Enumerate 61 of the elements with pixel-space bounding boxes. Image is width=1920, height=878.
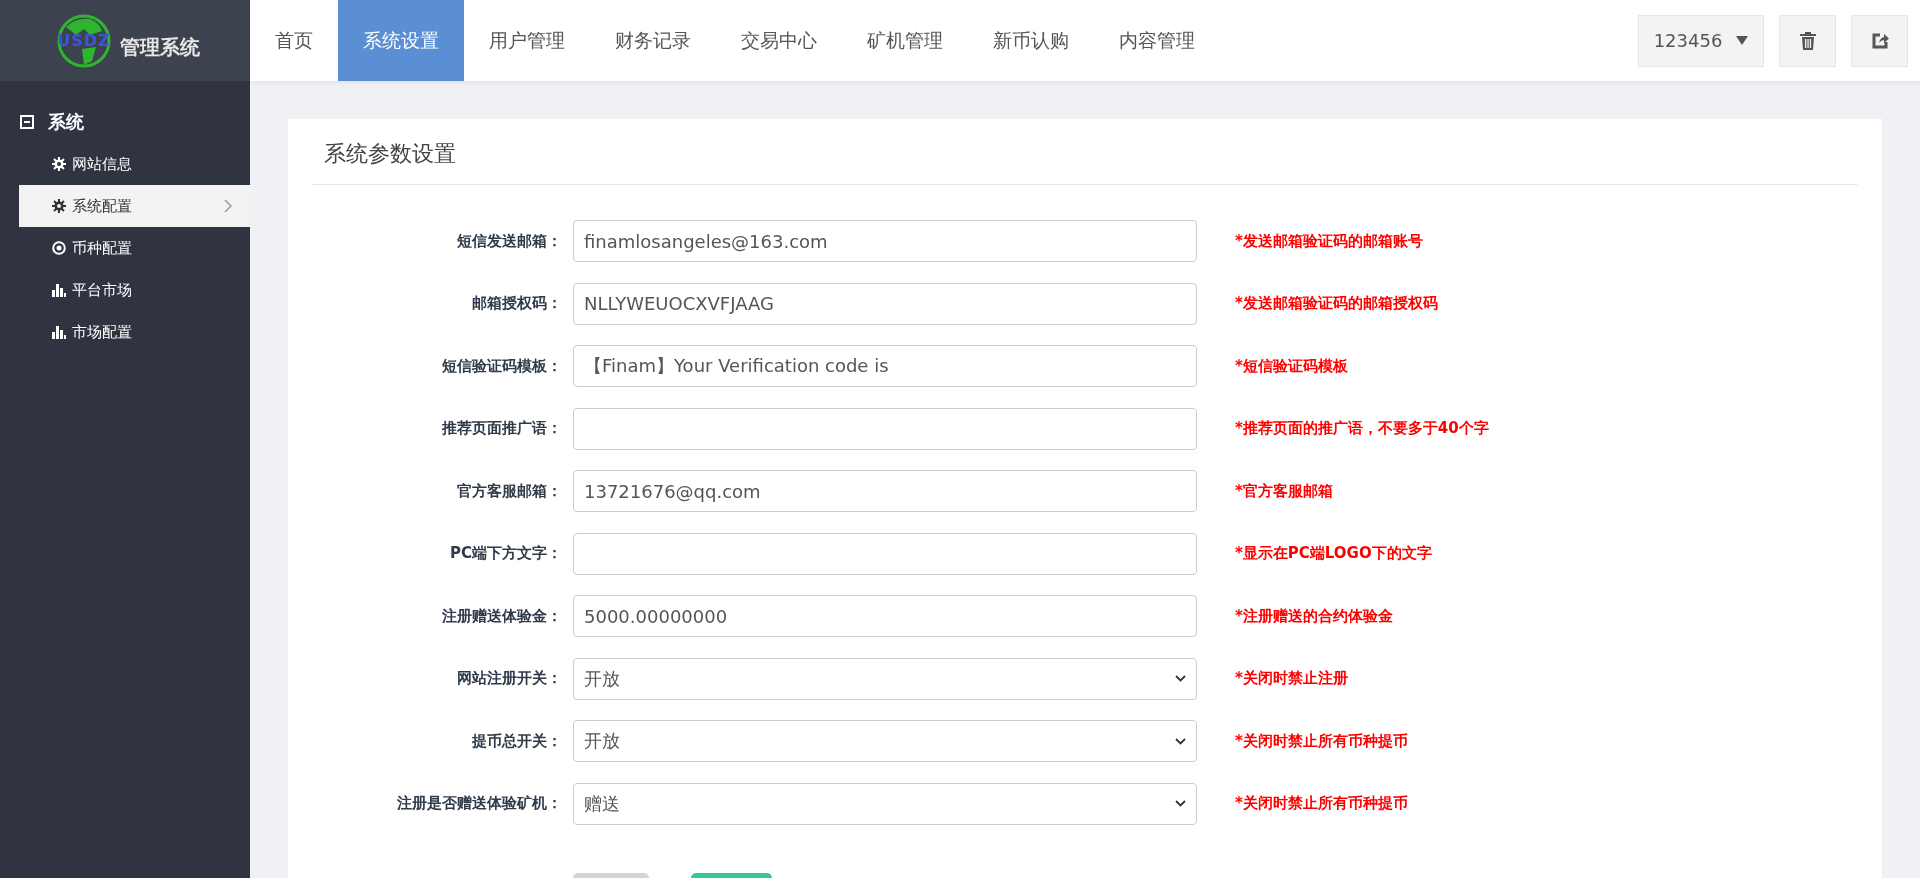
input-field[interactable]: NLLYWEUOCXVFJAAG (573, 282, 1197, 325)
field-label: 短信验证码模板： (441, 356, 563, 376)
field-label: 提币总开关： (471, 731, 563, 751)
field-label: 官方客服邮箱： (456, 481, 563, 501)
trash-icon (1799, 31, 1816, 50)
target-icon (52, 241, 66, 255)
panel-title: 系统参数设置 (323, 140, 457, 168)
select-field[interactable]: 赠送 (573, 782, 1197, 825)
nav-tab[interactable]: 用户管理 (464, 0, 590, 81)
nav-tab[interactable]: 内容管理 (1094, 0, 1220, 81)
nav-tab[interactable]: 首页 (250, 0, 338, 81)
field-label: 注册是否赠送体验矿机： (396, 794, 563, 813)
sidebar-group[interactable]: 系统 (0, 101, 250, 143)
field-hint: *推荐页面的推广语，不要多于40个字 (1235, 419, 1489, 438)
sidebar-item[interactable]: 市场配置 (19, 311, 250, 353)
chevron-down-icon (1175, 675, 1186, 682)
field-label: 注册赠送体验金： (441, 606, 563, 626)
input-field[interactable] (573, 407, 1197, 450)
field-label: PC端下方文字： (449, 544, 563, 563)
share-icon (1870, 31, 1889, 50)
nav-tab[interactable]: 矿机管理 (842, 0, 968, 81)
input-field[interactable]: finamlosangeles@163.com (573, 220, 1197, 262)
select-field[interactable]: 开放 (573, 657, 1197, 700)
field-hint: *注册赠送的合约体验金 (1235, 606, 1393, 626)
sidebar-group-label: 系统 (48, 110, 84, 134)
sidebar-item[interactable]: 平台市场 (19, 269, 250, 311)
chevron-right-icon (224, 199, 232, 213)
field-label: 网站注册开关： (456, 669, 563, 688)
field-label: 推荐页面推广语： (441, 419, 563, 438)
sidebar-item[interactable]: 网站信息 (19, 143, 250, 185)
input-field[interactable] (573, 532, 1197, 575)
field-hint: *显示在PC端LOGO下的文字 (1235, 544, 1432, 563)
input-field[interactable]: 【Finam】Your Verification code is (573, 345, 1197, 387)
field-hint: *关闭时禁止所有币种提币 (1235, 731, 1408, 751)
user-menu-button[interactable]: 123456 (1638, 14, 1764, 67)
logo-title: 管理系统 (120, 34, 200, 61)
chevron-down-icon (1175, 737, 1186, 745)
nav-tab[interactable]: 财务记录 (590, 0, 716, 81)
sidebar-item[interactable]: 系统配置 (19, 185, 250, 227)
field-hint: *关闭时禁止所有币种提币 (1235, 794, 1408, 813)
field-hint: *发送邮箱验证码的邮箱授权码 (1235, 294, 1438, 313)
nav-tab[interactable]: 新币认购 (968, 0, 1094, 81)
select-field[interactable]: 开放 (573, 720, 1197, 762)
bar-chart-icon (52, 283, 66, 297)
bar-chart-icon (52, 325, 66, 339)
chevron-down-icon (1175, 800, 1186, 807)
delete-button[interactable] (1779, 14, 1836, 67)
field-label: 短信发送邮箱： (456, 231, 563, 251)
field-hint: *官方客服邮箱 (1235, 481, 1333, 501)
gear-icon (52, 157, 66, 171)
field-hint: *短信验证码模板 (1235, 356, 1348, 376)
caret-icon (1736, 36, 1749, 45)
field-hint: *关闭时禁止注册 (1235, 669, 1348, 688)
nav-tab[interactable]: 交易中心 (716, 0, 842, 81)
logout-button[interactable] (1851, 14, 1908, 67)
gear-icon (52, 199, 66, 213)
field-hint: *发送邮箱验证码的邮箱账号 (1235, 231, 1423, 251)
input-field[interactable]: 5000.00000000 (573, 595, 1197, 637)
input-field[interactable]: 13721676@qq.com (573, 470, 1197, 512)
field-label: 邮箱授权码： (471, 294, 563, 313)
sidebar-item[interactable]: 币种配置 (19, 227, 250, 269)
